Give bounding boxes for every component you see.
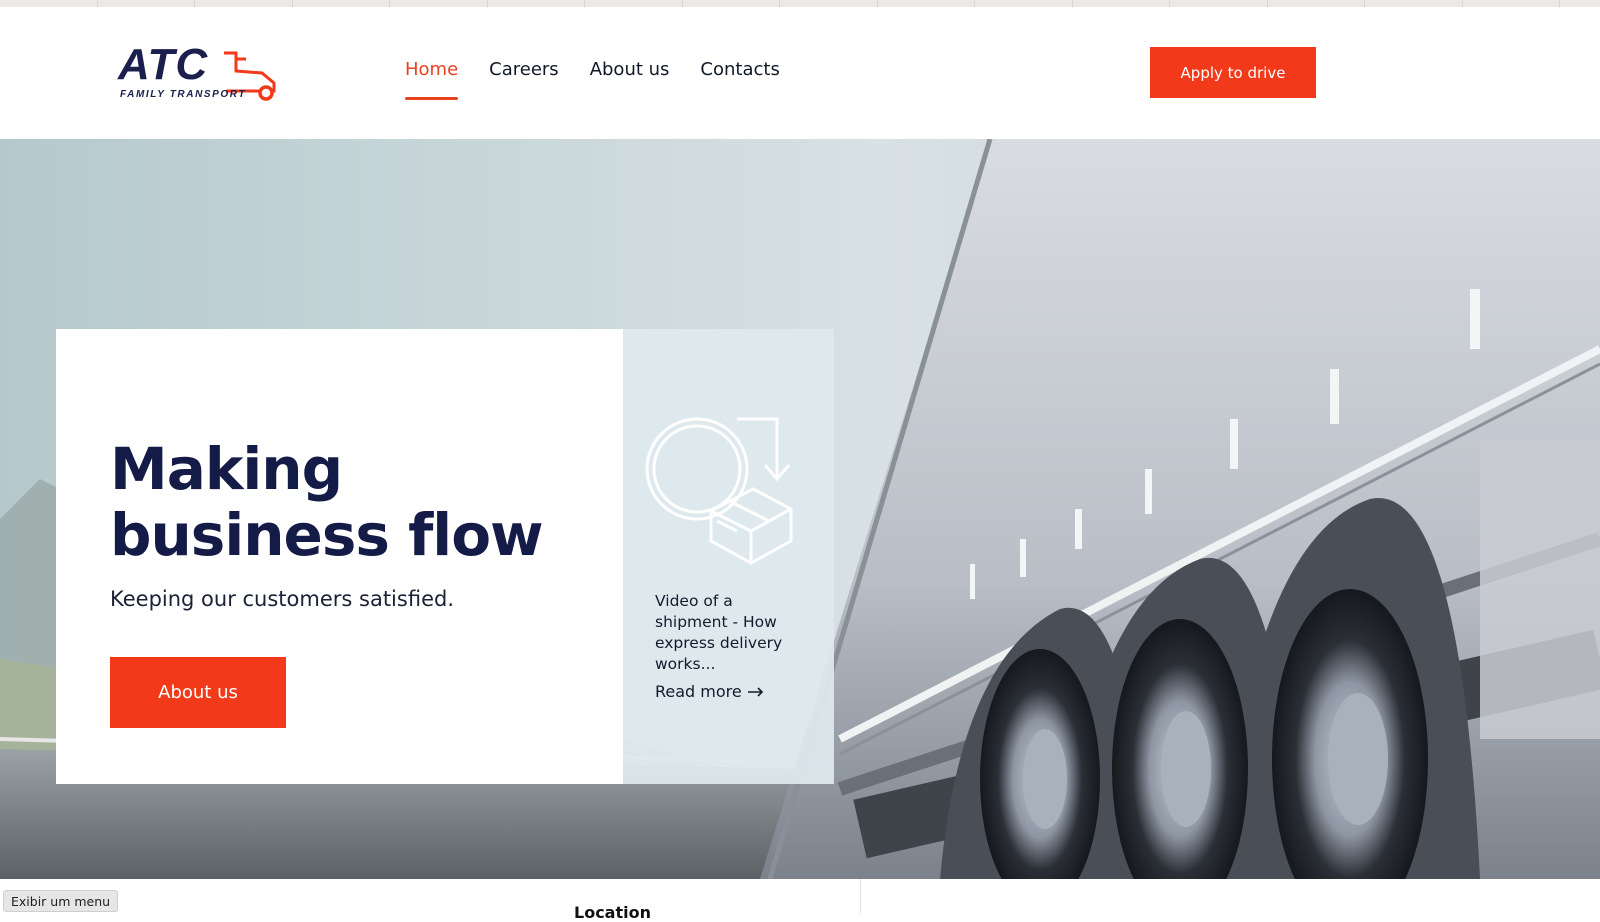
- video-caption: Video of a shipment - How express delive…: [655, 592, 783, 673]
- site-header: ATC FAMILY TRANSPORT Home Careers About …: [0, 7, 1600, 139]
- logo-mark: ATC: [118, 40, 209, 89]
- show-menu-button[interactable]: Exibir um menu: [3, 890, 119, 912]
- hero-section: Making business flow Keeping our custome…: [0, 139, 1600, 879]
- hero-subtitle: Keeping our customers satisfied.: [110, 587, 454, 611]
- hero-title: Making business flow: [110, 435, 544, 569]
- atc-logo[interactable]: ATC FAMILY TRANSPORT: [118, 43, 284, 105]
- hero-card: Making business flow Keeping our custome…: [56, 329, 623, 784]
- browser-tab-strip: [0, 0, 1600, 7]
- location-section: Location: [0, 879, 1600, 922]
- nav-home[interactable]: Home: [405, 59, 459, 100]
- logo-tagline: FAMILY TRANSPORT: [120, 89, 247, 100]
- nav-contacts[interactable]: Contacts: [700, 59, 779, 100]
- nav-about-us[interactable]: About us: [590, 59, 670, 100]
- nav-careers[interactable]: Careers: [489, 59, 559, 100]
- read-more-label: Read more: [655, 682, 742, 701]
- about-us-button[interactable]: About us: [110, 657, 286, 728]
- video-card[interactable]: Video of a shipment - How express delive…: [623, 329, 834, 784]
- section-divider: [860, 879, 861, 913]
- shipment-box-icon: [645, 417, 793, 565]
- arrow-right-icon: [747, 686, 763, 697]
- read-more-link[interactable]: Read more: [655, 682, 764, 701]
- main-nav: Home Careers About us Contacts: [405, 59, 780, 100]
- apply-to-drive-button[interactable]: Apply to drive: [1150, 47, 1316, 98]
